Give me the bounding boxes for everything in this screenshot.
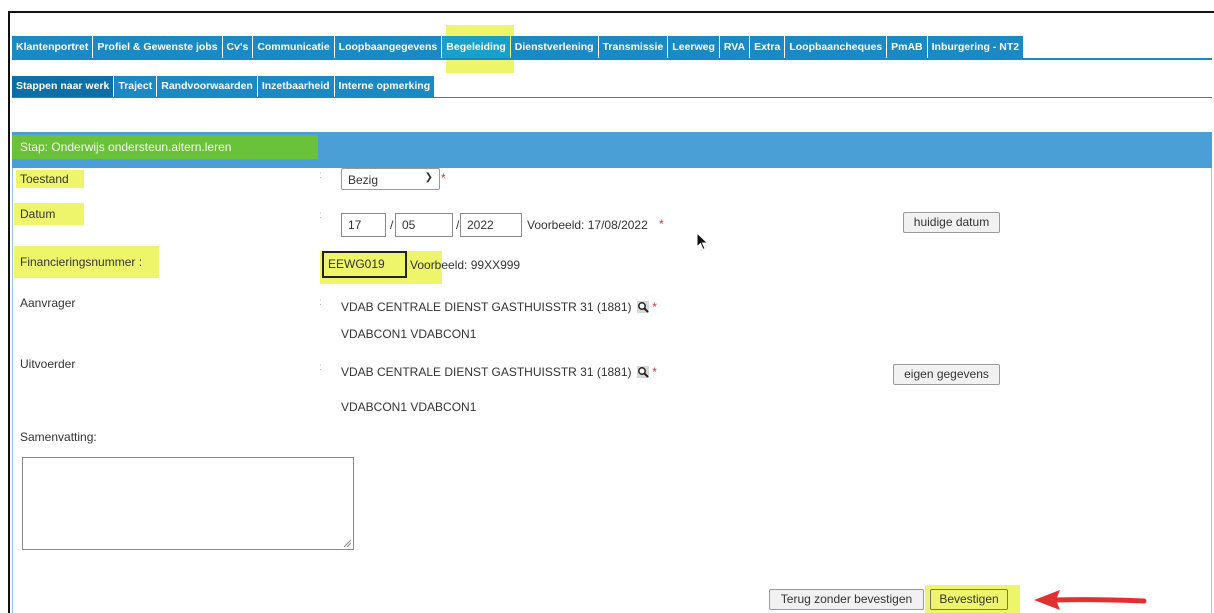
tab-pmab[interactable]: PmAB	[887, 36, 927, 58]
search-icon[interactable]	[636, 366, 649, 378]
aanvrager-label: Aanvrager	[20, 296, 76, 310]
subtab-traject[interactable]: Traject	[114, 76, 157, 97]
main-tab-bar: Klantenportret Profiel & Gewenste jobs C…	[12, 36, 1024, 58]
toestand-colon: :	[319, 170, 322, 181]
toestand-value: Bezig	[348, 173, 379, 187]
samenvatting-label: Samenvatting:	[20, 430, 97, 444]
tab-klantenportret[interactable]: Klantenportret	[12, 36, 93, 58]
huidige-datum-button[interactable]: huidige datum	[903, 212, 1000, 233]
aanvrager-value-row: VDAB CENTRALE DIENST GASTHUISSTR 31 (188…	[341, 300, 657, 314]
tab-loopbaancheques[interactable]: Loopbaancheques	[785, 36, 887, 58]
tab-leerweg[interactable]: Leerweg	[668, 36, 719, 58]
datum-year-input[interactable]: 2022	[460, 213, 522, 237]
tab-dienstverlening[interactable]: Dienstverlening	[510, 36, 598, 58]
tab-communicatie[interactable]: Communicatie	[253, 36, 334, 58]
tab-rva[interactable]: RVA	[719, 36, 750, 58]
uitvoerder-value: VDAB CENTRALE DIENST GASTHUISSTR 31 (188…	[341, 365, 632, 379]
uitvoerder-value-row: VDAB CENTRALE DIENST GASTHUISSTR 31 (188…	[341, 365, 657, 379]
tab-transmissie[interactable]: Transmissie	[598, 36, 668, 58]
datum-separator-2: /	[456, 218, 460, 232]
toestand-required: *	[441, 171, 446, 185]
tab-inburgering-nt2[interactable]: Inburgering - NT2	[927, 36, 1024, 58]
uitvoerder-sub: VDABCON1 VDABCON1	[341, 400, 477, 414]
subtab-inzetbaarheid[interactable]: Inzetbaarheid	[257, 76, 334, 97]
aanvrager-value: VDAB CENTRALE DIENST GASTHUISSTR 31 (188…	[341, 300, 632, 314]
subtab-stappen-naar-werk[interactable]: Stappen naar werk	[12, 76, 114, 97]
toestand-select[interactable]: Bezig ❯	[341, 168, 440, 190]
tab-loopbaangegevens[interactable]: Loopbaangegevens	[334, 36, 442, 58]
financiering-example: Voorbeeld: 99XX999	[410, 258, 521, 272]
resize-grip-icon[interactable]	[343, 539, 351, 547]
datum-label: Datum	[14, 203, 84, 225]
financiering-label: Financieringsnummer :	[14, 246, 159, 278]
aanvrager-colon: :	[319, 297, 322, 308]
datum-separator-1: /	[390, 218, 394, 232]
aanvrager-sub: VDABCON1 VDABCON1	[341, 327, 477, 341]
step-title: Stap: Onderwijs ondersteun.altern.leren	[12, 135, 318, 159]
tab-extra[interactable]: Extra	[750, 36, 785, 58]
mouse-cursor-icon	[696, 232, 709, 251]
uitvoerder-colon: :	[319, 362, 322, 373]
datum-example: Voorbeeld: 17/08/2022	[527, 218, 648, 232]
red-arrow-icon	[1034, 590, 1147, 610]
aanvrager-required: *	[652, 300, 657, 314]
datum-colon: :	[319, 210, 322, 221]
terug-zonder-bevestigen-button[interactable]: Terug zonder bevestigen	[769, 589, 924, 610]
sub-tab-underline	[12, 97, 1212, 98]
sub-tab-bar: Stappen naar werk Traject Randvoorwaarde…	[12, 76, 435, 97]
uitvoerder-required: *	[652, 365, 657, 379]
tab-cvs[interactable]: Cv's	[222, 36, 253, 58]
subtab-randvoorwaarden[interactable]: Randvoorwaarden	[157, 76, 257, 97]
subtab-interne-opmerking[interactable]: Interne opmerking	[334, 76, 435, 97]
financiering-input[interactable]: EEWG019	[322, 251, 407, 278]
toestand-label: Toestand	[16, 170, 84, 188]
tab-begeleiding[interactable]: Begeleiding	[442, 36, 510, 58]
samenvatting-textarea[interactable]	[22, 457, 354, 550]
eigen-gegevens-button[interactable]: eigen gegevens	[893, 364, 1000, 385]
datum-month-input[interactable]: 05	[395, 213, 453, 237]
bevestigen-button[interactable]: Bevestigen	[930, 589, 1008, 610]
tab-profiel-gewenste-jobs[interactable]: Profiel & Gewenste jobs	[93, 36, 222, 58]
search-icon[interactable]	[636, 301, 649, 313]
datum-day-input[interactable]: 17	[341, 213, 386, 237]
chevron-down-icon: ❯	[424, 172, 433, 183]
datum-required: *	[659, 217, 664, 231]
uitvoerder-label: Uitvoerder	[20, 357, 76, 371]
tab-bar-underline	[12, 58, 1212, 60]
